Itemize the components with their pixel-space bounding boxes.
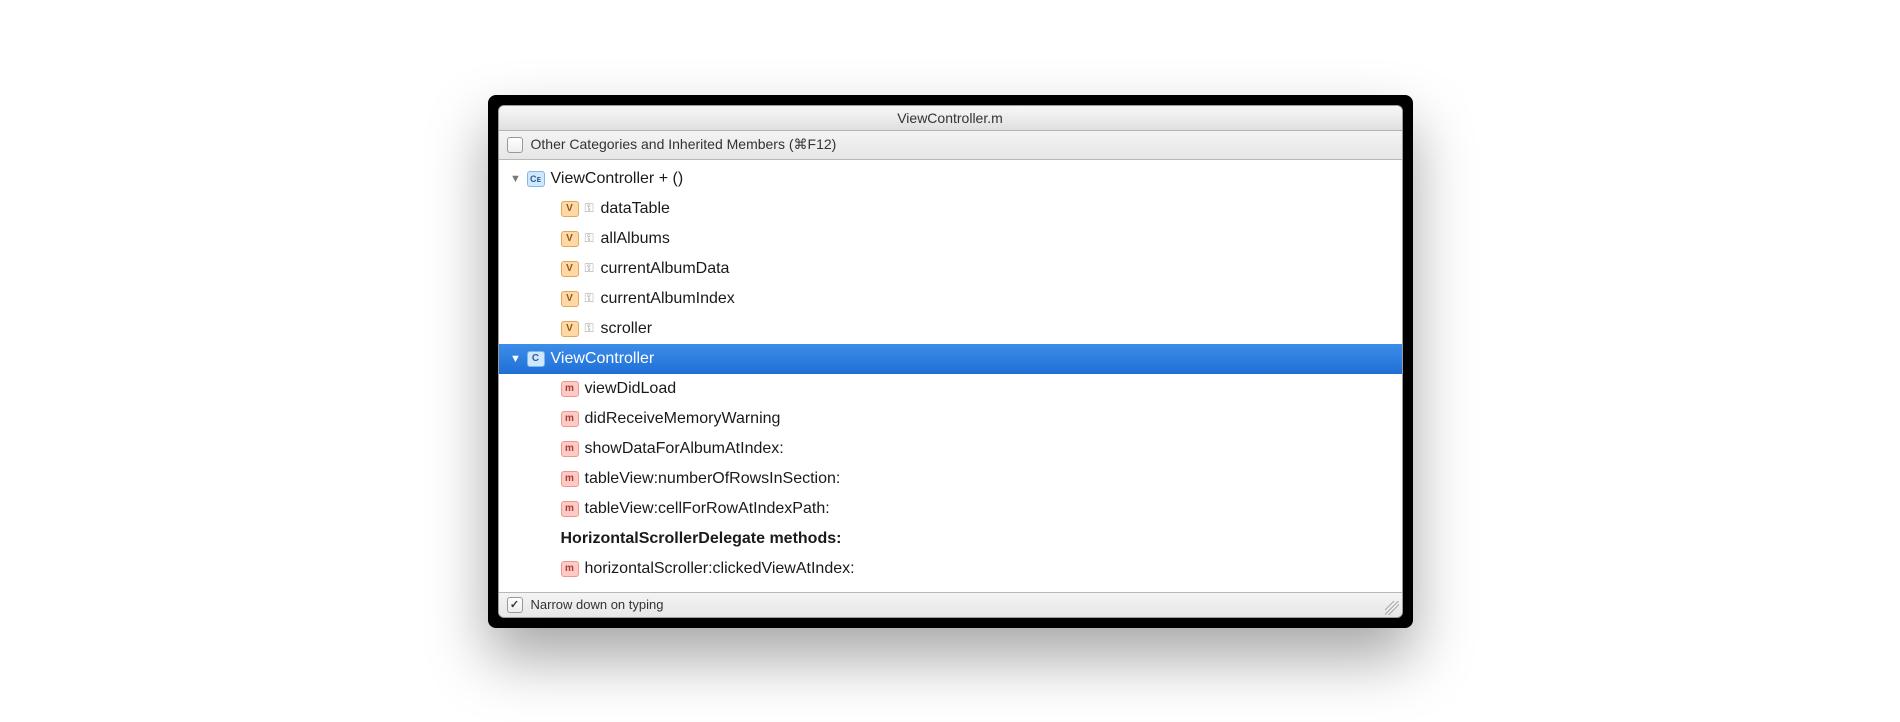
- other-categories-label[interactable]: Other Categories and Inherited Members (…: [531, 136, 837, 153]
- other-categories-checkbox[interactable]: [507, 137, 523, 153]
- structure-tree[interactable]: ▼ Cᴇ ViewController + () V ⚿ dataTable V ⚿ allAl…: [499, 160, 1402, 592]
- type-m-icon: m: [561, 561, 579, 577]
- tree-item-row[interactable]: HorizontalScrollerDelegate methods:: [499, 524, 1402, 554]
- tree-item-label: showDataForAlbumAtIndex:: [585, 440, 784, 458]
- type-m-icon: m: [561, 471, 579, 487]
- type-c-icon: C: [527, 351, 545, 367]
- tree-item-label: scroller: [601, 320, 653, 338]
- key-icon: ⚿: [585, 261, 597, 276]
- tree-group-label: ViewController + (): [551, 170, 684, 188]
- tree-item-row[interactable]: V ⚿ scroller: [499, 314, 1402, 344]
- tree-item-row[interactable]: m showDataForAlbumAtIndex:: [499, 434, 1402, 464]
- tree-item-row[interactable]: m viewDidLoad: [499, 374, 1402, 404]
- toolbar: Other Categories and Inherited Members (…: [499, 131, 1402, 160]
- tree-item-label: horizontalScroller:clickedViewAtIndex:: [585, 560, 855, 578]
- tree-group-label: ViewController: [551, 350, 655, 368]
- type-m-icon: m: [561, 441, 579, 457]
- tree-item-label: currentAlbumIndex: [601, 290, 735, 308]
- type-m-icon: m: [561, 501, 579, 517]
- tree-item-row[interactable]: m didReceiveMemoryWarning: [499, 404, 1402, 434]
- type-v-icon: V: [561, 231, 579, 247]
- tree-item-label: HorizontalScrollerDelegate methods:: [561, 530, 842, 548]
- type-v-icon: V: [561, 291, 579, 307]
- popup-window: ViewController.m Other Categories and In…: [498, 105, 1403, 618]
- window-title: ViewController.m: [897, 110, 1003, 126]
- key-icon: ⚿: [585, 201, 597, 216]
- tree-item-label: currentAlbumData: [601, 260, 730, 278]
- tree-item-row[interactable]: m horizontalScroller:clickedViewAtIndex:: [499, 554, 1402, 584]
- tree-group-row[interactable]: ▼ C ViewController: [499, 344, 1402, 374]
- type-ce-icon: Cᴇ: [527, 171, 545, 187]
- tree-item-row[interactable]: V ⚿ allAlbums: [499, 224, 1402, 254]
- disclosure-triangle-icon[interactable]: ▼: [509, 173, 523, 185]
- tree-item-row[interactable]: V ⚿ dataTable: [499, 194, 1402, 224]
- footer-bar: Narrow down on typing: [499, 592, 1402, 617]
- titlebar: ViewController.m: [499, 106, 1402, 131]
- type-m-icon: m: [561, 381, 579, 397]
- type-m-icon: m: [561, 411, 579, 427]
- type-v-icon: V: [561, 201, 579, 217]
- type-v-icon: V: [561, 261, 579, 277]
- window-frame: ViewController.m Other Categories and In…: [488, 95, 1413, 628]
- tree-item-label: tableView:numberOfRowsInSection:: [585, 470, 841, 488]
- tree-item-label: viewDidLoad: [585, 380, 677, 398]
- resize-grip-icon[interactable]: [1385, 601, 1399, 615]
- key-icon: ⚿: [585, 231, 597, 246]
- narrow-on-typing-checkbox[interactable]: [507, 597, 523, 613]
- tree-item-row[interactable]: m tableView:cellForRowAtIndexPath:: [499, 494, 1402, 524]
- disclosure-triangle-icon[interactable]: ▼: [509, 353, 523, 365]
- tree-item-label: didReceiveMemoryWarning: [585, 410, 781, 428]
- tree-item-label: allAlbums: [601, 230, 670, 248]
- tree-item-label: tableView:cellForRowAtIndexPath:: [585, 500, 830, 518]
- key-icon: ⚿: [585, 291, 597, 306]
- tree-item-label: dataTable: [601, 200, 670, 218]
- tree-item-row[interactable]: V ⚿ currentAlbumData: [499, 254, 1402, 284]
- tree-group-row[interactable]: ▼ Cᴇ ViewController + (): [499, 164, 1402, 194]
- tree-item-row[interactable]: V ⚿ currentAlbumIndex: [499, 284, 1402, 314]
- key-icon: ⚿: [585, 321, 597, 336]
- type-v-icon: V: [561, 321, 579, 337]
- narrow-on-typing-label[interactable]: Narrow down on typing: [531, 597, 664, 612]
- tree-item-row[interactable]: m tableView:numberOfRowsInSection:: [499, 464, 1402, 494]
